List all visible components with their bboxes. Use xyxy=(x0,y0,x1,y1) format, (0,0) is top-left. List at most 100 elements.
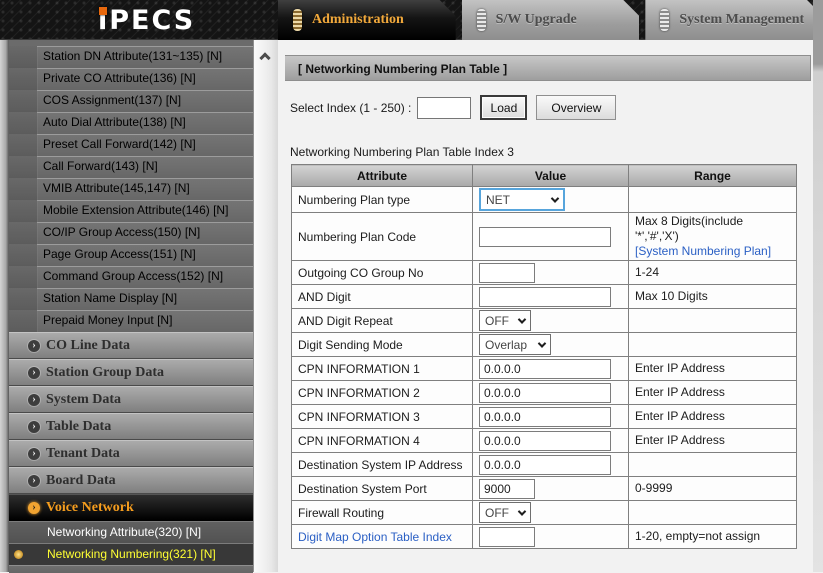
sidebar-item[interactable]: Private CO Attribute(136) [N] xyxy=(9,68,253,90)
sidebar-subitem[interactable]: Networking Attribute(320) [N] xyxy=(9,521,253,543)
attribute-cell: CPN INFORMATION 1 xyxy=(292,357,473,381)
value-cell: OFF xyxy=(473,309,629,333)
value-input[interactable] xyxy=(479,287,611,307)
chevron-down-icon xyxy=(551,194,559,202)
attribute-cell: Outgoing CO Group No xyxy=(292,261,473,285)
table-row: Numbering Plan Code Max 8 Digits(include … xyxy=(292,213,797,261)
select-value: OFF xyxy=(485,314,509,328)
value-input[interactable] xyxy=(479,431,611,451)
sidebar-item[interactable]: Prepaid Money Input [N] xyxy=(9,310,253,332)
attribute-cell: CPN INFORMATION 4 xyxy=(292,429,473,453)
top-tab-bar: Administration S/W Upgrade System Manageme… xyxy=(278,0,823,40)
attribute-cell: CPN INFORMATION 3 xyxy=(292,405,473,429)
value-input[interactable] xyxy=(479,527,535,547)
table-row: AND Digit Max 10 Digits xyxy=(292,285,797,309)
overview-button[interactable]: Overview xyxy=(536,95,616,120)
select-index-input[interactable] xyxy=(417,97,471,119)
value-input[interactable] xyxy=(479,383,611,403)
range-cell xyxy=(629,501,797,525)
sidebar-item[interactable]: CO/IP Group Access(150) [N] xyxy=(9,222,253,244)
attribute-label: Outgoing CO Group No xyxy=(298,266,423,280)
load-button[interactable]: Load xyxy=(480,95,527,120)
sidebar-category[interactable]: ›Tenant Data xyxy=(9,440,253,467)
page-title: [ Networking Numbering Plan Table ] xyxy=(285,55,811,81)
table-row: CPN INFORMATION 3Enter IP Address xyxy=(292,405,797,429)
value-input[interactable] xyxy=(479,455,611,475)
sidebar-category[interactable]: ›CO Line Data xyxy=(9,332,253,359)
sidebar-item[interactable]: Page Group Access(151) [N] xyxy=(9,244,253,266)
attribute-link[interactable]: Digit Map Option Table Index xyxy=(298,530,452,544)
range-text: 1-20, empty=not assign xyxy=(635,529,760,543)
range-cell: Max 10 Digits xyxy=(629,285,797,309)
tab-administration[interactable]: Administration xyxy=(278,0,456,40)
value-input[interactable] xyxy=(479,359,611,379)
sidebar-scrollbar[interactable] xyxy=(253,40,278,572)
range-cell: Enter IP Address xyxy=(629,429,797,453)
range-cell xyxy=(629,453,797,477)
value-cell xyxy=(473,405,629,429)
tab-label: S/W Upgrade xyxy=(496,12,577,28)
tab-s-w-upgrade[interactable]: S/W Upgrade xyxy=(462,0,640,40)
chevron-circle-icon: › xyxy=(28,394,40,406)
value-select[interactable]: OFF xyxy=(479,502,531,523)
brand-logo-text: iPECS xyxy=(98,5,195,36)
sidebar-item[interactable]: Station Name Display [N] xyxy=(9,288,253,310)
attribute-cell: Numbering Plan Code xyxy=(292,213,473,261)
value-cell xyxy=(473,477,629,501)
sidebar-item[interactable]: Auto Dial Attribute(138) [N] xyxy=(9,112,253,134)
sidebar-category[interactable]: ›System Data xyxy=(9,386,253,413)
value-cell: OFF xyxy=(473,501,629,525)
value-cell xyxy=(473,381,629,405)
value-input[interactable] xyxy=(479,479,535,499)
table-row: Destination System Port0-9999 xyxy=(292,477,797,501)
sidebar-item[interactable]: Preset Call Forward(142) [N] xyxy=(9,134,253,156)
sidebar-category[interactable]: ›Voice Network xyxy=(9,494,253,521)
sidebar-item[interactable]: Command Group Access(152) [N] xyxy=(9,266,253,288)
range-text: Max 10 Digits xyxy=(635,289,708,303)
table-row: CPN INFORMATION 1 Enter IP Address xyxy=(292,357,797,381)
sidebar-category[interactable]: ›Table Data xyxy=(9,413,253,440)
sidebar-item[interactable]: Call Forward(143) [N] xyxy=(9,156,253,178)
value-input[interactable] xyxy=(479,407,611,427)
value-select[interactable]: NET xyxy=(479,188,565,211)
range-cell: 1-20, empty=not assign xyxy=(629,525,797,549)
sidebar-category[interactable]: › Board Data xyxy=(9,467,253,494)
sidebar-item[interactable]: Mobile Extension Attribute(146) [N] xyxy=(9,200,253,222)
sidebar-category-label: Table Data xyxy=(46,419,111,435)
chevron-circle-icon: › xyxy=(28,475,40,487)
value-select[interactable]: Overlap xyxy=(479,334,551,355)
range-link[interactable]: [System Numbering Plan] xyxy=(635,244,790,259)
attribute-label: CPN INFORMATION 1 xyxy=(298,362,420,376)
sidebar-subitem[interactable]: Networking Numbering(321) [N] xyxy=(9,543,253,565)
select-value: OFF xyxy=(485,506,509,520)
sidebar-item[interactable]: VMIB Attribute(145,147) [N] xyxy=(9,178,253,200)
attribute-cell: Numbering Plan type xyxy=(292,187,473,213)
range-text: Enter IP Address xyxy=(635,361,725,375)
range-cell: 1-24 xyxy=(629,261,797,285)
select-value: Overlap xyxy=(485,338,527,352)
attribute-label: Numbering Plan type xyxy=(298,193,410,207)
value-cell xyxy=(473,261,629,285)
chevron-circle-icon: › xyxy=(28,340,40,352)
attribute-label: AND Digit Repeat xyxy=(298,314,393,328)
range-text: Max 8 Digits(include '*','#','X') xyxy=(635,214,743,243)
attribute-cell: AND Digit xyxy=(292,285,473,309)
value-input[interactable] xyxy=(479,227,611,247)
value-input[interactable] xyxy=(479,263,535,283)
window-right-edge xyxy=(813,0,823,572)
scroll-up-button[interactable] xyxy=(254,46,278,66)
sidebar-item[interactable]: Station DN Attribute(131~135) [N] xyxy=(9,46,253,68)
table-row: Digit Map Option Table Index 1-20, empty=… xyxy=(292,525,797,549)
column-header-range: Range xyxy=(629,165,797,187)
value-select[interactable]: OFF xyxy=(479,310,531,331)
attribute-label: CPN INFORMATION 2 xyxy=(298,386,420,400)
attribute-cell: Digit Map Option Table Index xyxy=(292,525,473,549)
column-header-value: Value xyxy=(473,165,629,187)
sidebar-category-label: Board Data xyxy=(46,473,116,489)
sidebar-category[interactable]: ›Station Group Data xyxy=(9,359,253,386)
logo-orange-dot-icon xyxy=(99,7,107,15)
sidebar-item[interactable]: COS Assignment(137) [N] xyxy=(9,90,253,112)
table-row: AND Digit Repeat OFF xyxy=(292,309,797,333)
attribute-cell: Digit Sending Mode xyxy=(292,333,473,357)
tab-system-management[interactable]: System Management xyxy=(645,0,823,40)
